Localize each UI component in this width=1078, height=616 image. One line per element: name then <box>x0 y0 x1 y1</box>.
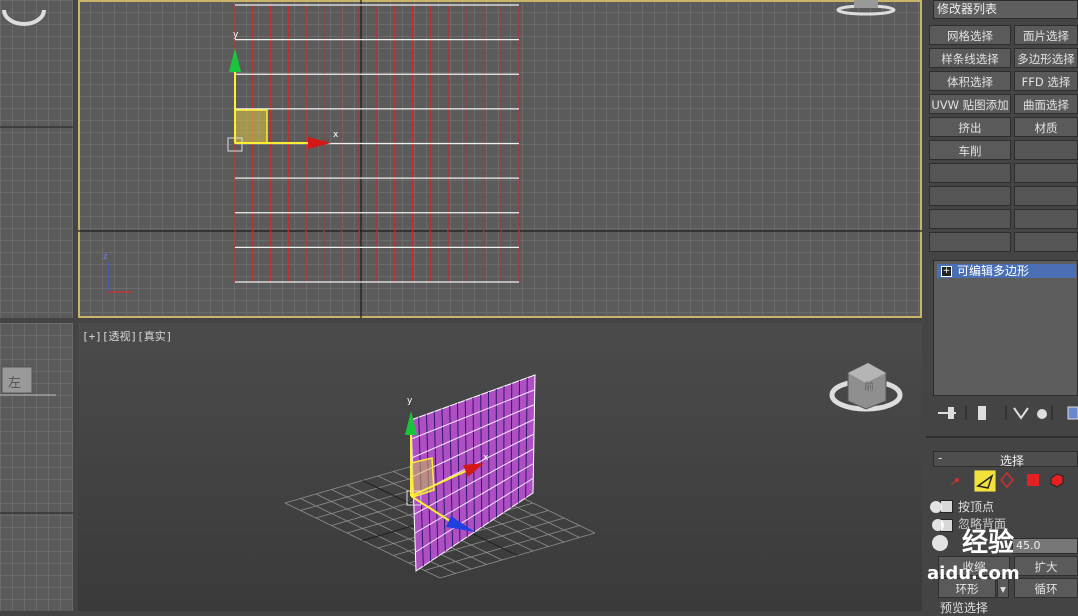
expand-icon[interactable]: + <box>941 266 952 277</box>
pin-stack-icon[interactable] <box>938 407 956 419</box>
rollout-title: 选择 <box>1000 452 1024 469</box>
gizmo-y-label-persp: y <box>407 396 412 406</box>
viewport-left-top[interactable] <box>0 0 73 318</box>
perspective-canvas <box>78 323 922 611</box>
empty-modifier-slot[interactable] <box>1014 186 1078 206</box>
element-mode-icon[interactable] <box>1048 471 1066 489</box>
polygon-mode-icon[interactable] <box>1024 471 1042 489</box>
poly-select-button[interactable]: 多边形选择 <box>1014 48 1078 68</box>
viewcube-persp-face-label: 前 <box>864 378 874 393</box>
border-mode-icon[interactable] <box>998 471 1016 489</box>
modifier-list-dropdown[interactable]: 修改器列表 <box>933 0 1078 19</box>
ffd-select-button[interactable]: FFD 选择 <box>1014 71 1078 91</box>
watermark-text-url: aidu.com <box>927 563 1020 584</box>
spline-select-button[interactable]: 样条线选择 <box>929 48 1011 68</box>
viewcube-top[interactable] <box>826 0 906 18</box>
vertex-mode-icon[interactable] <box>948 471 966 489</box>
preview-selection-label: 预览选择 <box>940 599 988 616</box>
viewport-perspective[interactable]: [+][透视][真实] y x 前 <box>78 323 922 611</box>
modifier-stack[interactable]: + 可编辑多边形 <box>933 260 1078 396</box>
vol-select-button[interactable]: 体积选择 <box>929 71 1011 91</box>
gizmo-x-label-persp: x <box>483 453 488 463</box>
empty-modifier-slot[interactable] <box>929 209 1011 229</box>
viewcube-ring[interactable] <box>4 10 44 24</box>
threshold-spinner[interactable]: 45.0 <box>1012 538 1078 554</box>
configure-modifier-sets-icon[interactable] <box>1068 407 1078 419</box>
gizmo-y-arrow[interactable] <box>229 48 241 72</box>
extrude-button[interactable]: 挤出 <box>929 117 1011 137</box>
empty-modifier-slot[interactable] <box>929 232 1011 252</box>
patch-select-button[interactable]: 面片选择 <box>1014 25 1078 45</box>
remove-modifier-icon[interactable] <box>1037 409 1047 419</box>
axis-tripod-z-label: z <box>103 252 107 261</box>
watermark-text-cn: 经验 <box>962 522 1014 559</box>
mesh-select-button[interactable]: 网格选择 <box>929 25 1011 45</box>
stack-toolbar <box>926 398 1078 428</box>
viewport-front[interactable]: y x z <box>78 0 922 318</box>
empty-modifier-slot[interactable] <box>1014 163 1078 183</box>
rollout-collapse-icon[interactable]: - <box>938 451 942 465</box>
loop-button[interactable]: 循环 <box>1014 578 1078 598</box>
viewcube-left-label: 左 <box>8 372 21 391</box>
gizmo-x-label: x <box>333 130 338 140</box>
empty-modifier-slot[interactable] <box>1014 232 1078 252</box>
empty-modifier-slot[interactable] <box>1014 209 1078 229</box>
grow-button[interactable]: 扩大 <box>1014 556 1078 576</box>
stack-item-label: 可编辑多边形 <box>957 264 1029 278</box>
empty-modifier-slot[interactable] <box>929 186 1011 206</box>
uvw-map-add-button[interactable]: UVW 贴图添加 <box>929 94 1011 114</box>
stack-item-editable-poly[interactable]: + 可编辑多边形 <box>937 264 1076 278</box>
make-unique-icon[interactable] <box>1014 408 1028 418</box>
empty-modifier-slot[interactable] <box>1014 140 1078 160</box>
divider <box>926 436 1078 438</box>
front-view-canvas <box>78 0 922 318</box>
viewport-left-bottom[interactable]: 左 <box>0 323 73 611</box>
show-end-result-icon[interactable] <box>978 406 986 420</box>
edge-mode-icon[interactable] <box>974 470 996 492</box>
selection-rollout-header[interactable]: - 选择 <box>933 451 1078 467</box>
empty-modifier-slot[interactable] <box>929 163 1011 183</box>
gizmo-x-arrow[interactable] <box>308 137 331 149</box>
lathe-button[interactable]: 车削 <box>929 140 1011 160</box>
gizmo-y-label: y <box>233 30 238 40</box>
material-button[interactable]: 材质 <box>1014 117 1078 137</box>
surface-select-button[interactable]: 曲面选择 <box>1014 94 1078 114</box>
